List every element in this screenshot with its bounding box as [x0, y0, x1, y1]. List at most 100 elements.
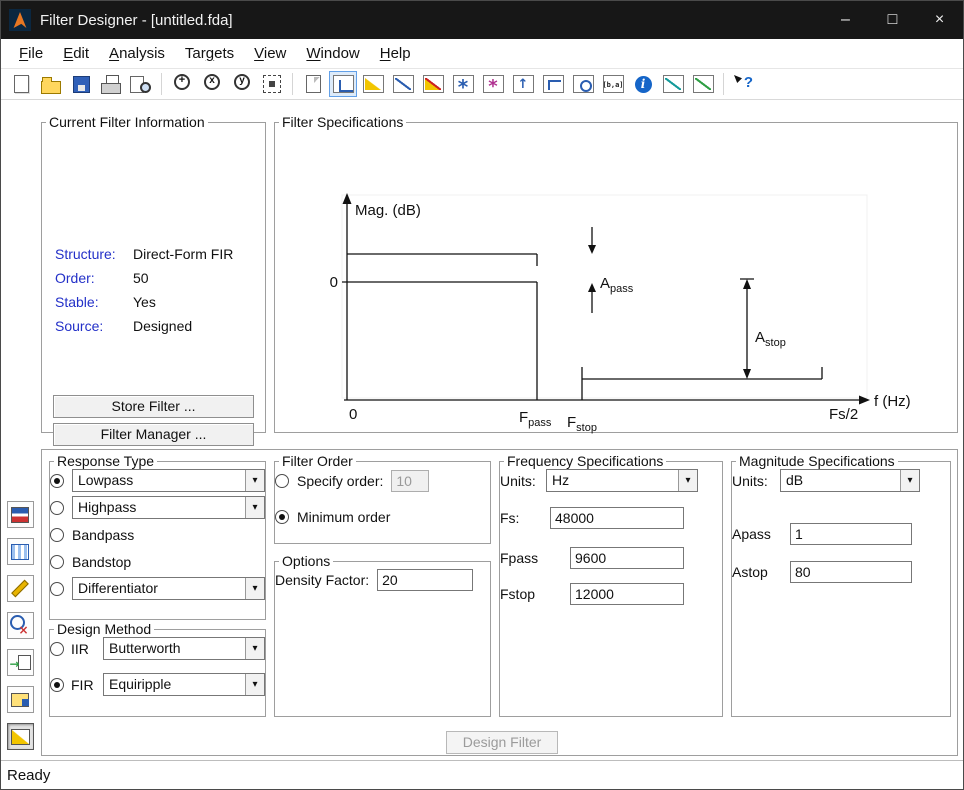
differentiator-combobox[interactable]: Differentiator [72, 577, 265, 600]
current-filter-info-legend: Current Filter Information [46, 114, 208, 130]
open-icon[interactable] [37, 71, 65, 97]
transform-filter-icon[interactable] [7, 501, 34, 528]
iir-radio[interactable] [50, 642, 64, 656]
filter-designer-window: Filter Designer - [untitled.fda] – □ × F… [0, 0, 964, 790]
mag-units-combobox[interactable]: dB [780, 469, 920, 492]
full-view-icon[interactable] [258, 71, 286, 97]
bandstop-label: Bandstop [72, 554, 131, 570]
realize-model-icon[interactable] [7, 686, 34, 713]
chevron-down-icon[interactable] [900, 470, 919, 491]
design-method-legend: Design Method [54, 621, 154, 637]
highpass-combobox[interactable]: Highpass [72, 496, 265, 519]
bandstop-radio[interactable] [50, 555, 64, 569]
menu-analysis[interactable]: Analysis [99, 41, 175, 66]
fir-label: FIR [71, 677, 103, 693]
filter-coefficients-icon[interactable]: [b,a] [599, 71, 627, 97]
magnitude-response-icon[interactable] [359, 71, 387, 97]
minimum-order-radio[interactable] [275, 510, 289, 524]
diagram-zero-freq-label: 0 [349, 406, 357, 423]
titlebar[interactable]: Filter Designer - [untitled.fda] – □ × [1, 1, 963, 39]
filter-information-icon[interactable]: i [629, 71, 657, 97]
close-button[interactable]: × [916, 1, 963, 39]
chevron-down-icon[interactable] [678, 470, 697, 491]
chevron-down-icon[interactable] [245, 638, 264, 659]
print-icon[interactable] [97, 71, 125, 97]
toolbar-separator [161, 73, 162, 95]
design-filter-icon[interactable] [7, 723, 34, 750]
phase-delay-icon[interactable] [479, 71, 507, 97]
astop-label: Astop [732, 564, 790, 580]
fir-method-combobox[interactable]: Equiripple [103, 673, 265, 696]
zoom-y-icon[interactable] [228, 71, 256, 97]
whats-this-help-icon[interactable]: ? [730, 71, 758, 97]
minimize-button[interactable]: – [822, 1, 869, 39]
filter-specifications-legend: Filter Specifications [279, 114, 406, 130]
differentiator-combobox-value: Differentiator [73, 578, 245, 599]
menu-targets[interactable]: Targets [175, 41, 244, 66]
fs-input[interactable] [550, 507, 684, 529]
step-response-icon[interactable] [539, 71, 567, 97]
design-panel: Response Type Lowpass Highpass [41, 449, 958, 756]
zoom-x-icon[interactable] [198, 71, 226, 97]
zoom-in-icon[interactable] [168, 71, 196, 97]
fpass-axis-label: Fpass [519, 409, 552, 429]
design-filter-button[interactable]: Design Filter [446, 731, 558, 754]
density-factor-input[interactable] [377, 569, 473, 591]
freq-units-label: Units: [500, 473, 546, 489]
fpass-input[interactable] [570, 547, 684, 569]
filter-specifications-icon[interactable] [329, 71, 357, 97]
highpass-radio[interactable] [50, 501, 64, 515]
fstop-label: Fstop [500, 586, 570, 602]
statusbar: Ready [1, 760, 963, 789]
fir-radio[interactable] [50, 678, 64, 692]
freq-units-value: Hz [547, 470, 678, 491]
new-icon[interactable] [7, 71, 35, 97]
filter-manager-button[interactable]: Filter Manager ... [53, 423, 254, 446]
import-filter-icon[interactable] [7, 649, 34, 676]
print-to-figure-icon[interactable] [299, 71, 327, 97]
print-preview-icon[interactable] [127, 71, 155, 97]
maximize-button[interactable]: □ [869, 1, 916, 39]
phase-response-icon[interactable] [389, 71, 417, 97]
freq-units-combobox[interactable]: Hz [546, 469, 698, 492]
window-title: Filter Designer - [untitled.fda] [40, 12, 233, 29]
specify-order-radio[interactable] [275, 474, 289, 488]
mag-units-label: Units: [732, 473, 780, 489]
lowpass-combobox[interactable]: Lowpass [72, 469, 265, 492]
set-quantization-icon[interactable] [7, 575, 34, 602]
round-off-noise-power-spectrum-icon[interactable] [689, 71, 717, 97]
menu-view[interactable]: View [244, 41, 296, 66]
differentiator-radio[interactable] [50, 582, 64, 596]
menu-edit[interactable]: Edit [53, 41, 99, 66]
chevron-down-icon[interactable] [245, 470, 264, 491]
menu-window[interactable]: Window [296, 41, 369, 66]
frequency-specifications-group: Frequency Specifications Units: Hz Fs: F… [499, 453, 723, 717]
chevron-down-icon[interactable] [245, 578, 264, 599]
stable-value: Yes [133, 294, 259, 310]
pole-zero-editor-icon[interactable] [7, 612, 34, 639]
apass-input[interactable] [790, 523, 912, 545]
filter-order-legend: Filter Order [279, 453, 356, 469]
chevron-down-icon[interactable] [245, 497, 264, 518]
menu-file[interactable]: File [9, 41, 53, 66]
store-filter-button[interactable]: Store Filter ... [53, 395, 254, 418]
magnitude-phase-responses-icon[interactable] [419, 71, 447, 97]
order-label: Order: [55, 270, 133, 286]
lowpass-radio[interactable] [50, 474, 64, 488]
magnitude-response-estimate-icon[interactable] [659, 71, 687, 97]
options-group: Options Density Factor: [274, 553, 491, 717]
impulse-response-icon[interactable] [509, 71, 537, 97]
menu-help[interactable]: Help [370, 41, 421, 66]
group-delay-icon[interactable] [449, 71, 477, 97]
filter-spec-diagram: Mag. (dB) 0 Apass Astop 0 Fpass Fstop Fs… [278, 145, 956, 437]
pole-zero-plot-icon[interactable] [569, 71, 597, 97]
fstop-input[interactable] [570, 583, 684, 605]
specify-order-input[interactable] [391, 470, 429, 492]
fs-label: Fs: [500, 510, 550, 526]
bandpass-radio[interactable] [50, 528, 64, 542]
multirate-filter-icon[interactable] [7, 538, 34, 565]
astop-input[interactable] [790, 561, 912, 583]
iir-method-combobox[interactable]: Butterworth [103, 637, 265, 660]
save-icon[interactable] [67, 71, 95, 97]
chevron-down-icon[interactable] [245, 674, 264, 695]
